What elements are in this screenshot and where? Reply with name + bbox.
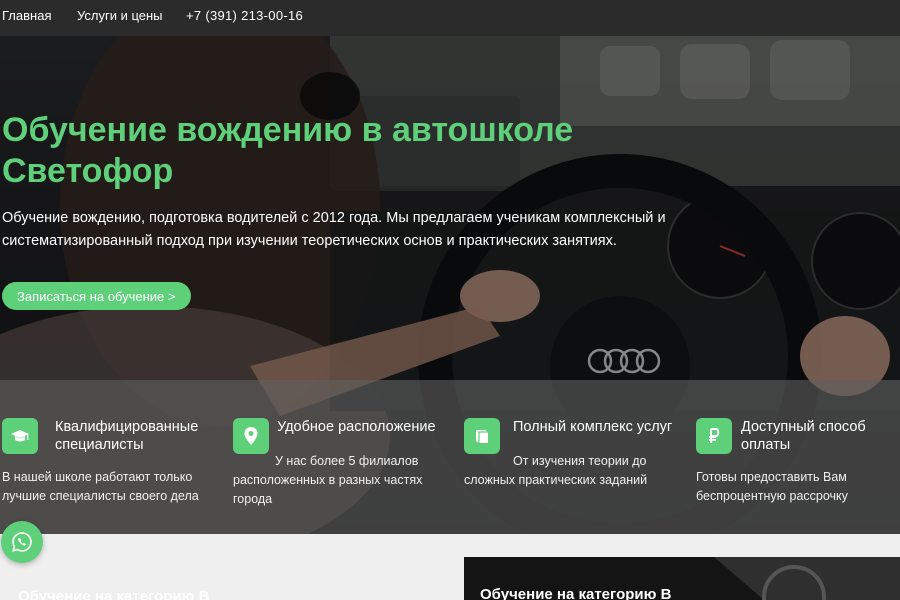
signup-button[interactable]: Записаться на обучение >: [2, 282, 191, 310]
book-icon: [464, 418, 500, 454]
location-pin-icon: [233, 418, 269, 454]
feature-title: Доступный способ оплаты: [741, 419, 866, 453]
nav-link-services[interactable]: Услуги и цены: [77, 8, 163, 23]
whatsapp-button[interactable]: [1, 521, 43, 563]
feature-title: Квалифицированные специалисты: [55, 419, 199, 453]
feature-description: У нас более 5 филиалов расположенных в р…: [233, 454, 423, 506]
feature-payment: Доступный способ оплаты Готовы предостав…: [694, 380, 900, 534]
whatsapp-icon: [12, 532, 32, 552]
feature-description: От изучения теории до сложных практическ…: [464, 454, 648, 487]
category-b-card-title[interactable]: Обучение на категорию B: [18, 588, 209, 600]
category-b-card[interactable]: Обучение на категорию B: [464, 557, 900, 600]
nav-phone-link[interactable]: +7 (391) 213-00-16: [186, 8, 303, 23]
nav-link-home[interactable]: Главная: [2, 8, 51, 23]
category-b-card-title: Обучение на категорию B: [480, 586, 672, 600]
top-nav: Главная Услуги и цены +7 (391) 213-00-16: [0, 0, 900, 36]
features-band: Квалифицированные специалисты В нашей шк…: [0, 380, 900, 534]
ruble-icon: [696, 418, 732, 454]
feature-title: Удобное расположение: [277, 419, 436, 435]
feature-qualified-specialists: Квалифицированные специалисты В нашей шк…: [0, 380, 225, 534]
feature-convenient-location: Удобное расположение У нас более 5 филиа…: [231, 380, 456, 534]
hero-subtitle: Обучение вождению, подготовка водителей …: [2, 210, 666, 249]
hero-title: Обучение вождению в автошколе Светофор: [2, 111, 574, 190]
feature-description: Готовы предоставить Вам беспроцентную ра…: [696, 470, 848, 503]
feature-full-service: Полный комплекс услуг От изучения теории…: [462, 380, 687, 534]
feature-description: В нашей школе работают только лучшие спе…: [2, 470, 199, 503]
graduation-cap-icon: [2, 418, 38, 454]
feature-title: Полный комплекс услуг: [513, 419, 673, 435]
